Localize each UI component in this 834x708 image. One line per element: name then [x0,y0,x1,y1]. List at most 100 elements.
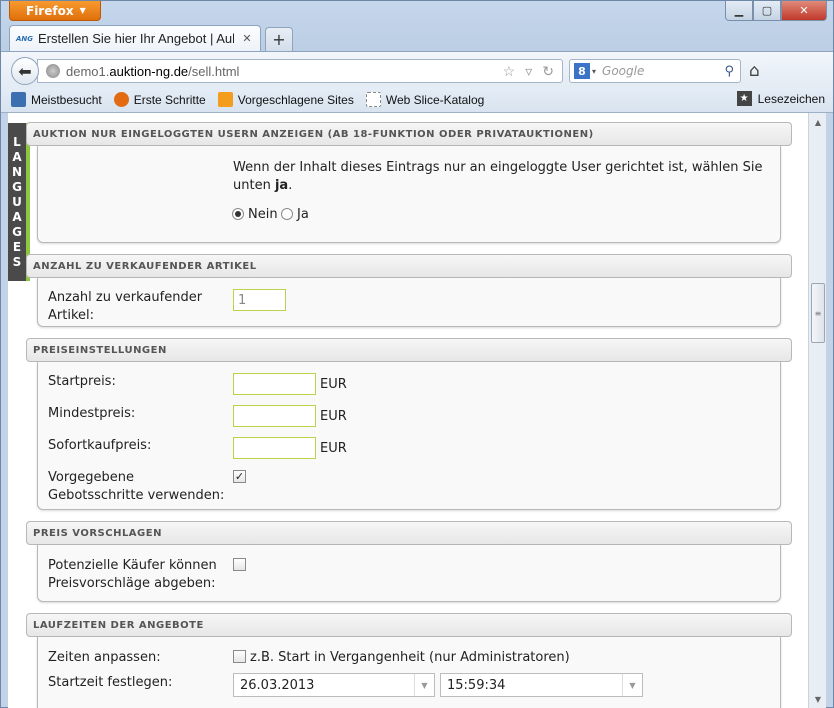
description-line-2: unten ja. [233,177,773,195]
history-dropdown-icon[interactable]: ▿ [525,63,532,80]
home-button[interactable]: ⌂ [749,61,760,81]
firefox-menu-button[interactable]: Firefox ▼ [9,1,101,21]
adjust-times-option: z.B. Start in Vergangenheit (nur Adminis… [250,650,570,665]
adjust-times-checkbox[interactable] [233,650,246,663]
search-engine-dropdown-icon[interactable]: ▾ [592,67,596,76]
start-time-value: 15:59:34 [447,677,506,693]
back-button[interactable]: ⬅ [11,57,39,85]
sidebar-letter: G [12,180,22,194]
description-prefix: unten [233,178,275,193]
bookmark-erste-schritte[interactable]: Erste Schritte [113,92,206,107]
navigation-toolbar: demo1. auktion-ng.de/sell.html ☆ ▿ ↻ ⬅ 8 … [1,51,833,87]
section-header-durations: LAUFZEITEN DER ANGEBOTE [26,613,792,637]
close-tab-icon[interactable]: ✕ [240,32,254,46]
minimize-icon: ▁ [734,4,744,17]
section-header-quantity: ANZAHL ZU VERKAUFENDER ARTIKEL [26,254,792,278]
quantity-label-line2: Artikel: [48,308,95,323]
price-offers-checkbox[interactable] [233,558,246,571]
google-engine-icon[interactable]: 8 [574,63,590,79]
section-header-offers: PREIS VORSCHLAGEN [26,521,792,545]
quantity-label: Anzahl zu verkaufender Artikel: [48,289,202,325]
url-host: auktion-ng.de [109,63,189,79]
scroll-up-icon[interactable]: ▲ [811,115,825,129]
scroll-down-icon[interactable]: ▼ [811,692,825,706]
bookmarks-menu-button[interactable]: ★ Lesezeichen [736,91,825,106]
chevron-down-icon: ▼ [414,674,434,696]
close-icon: ✕ [799,4,809,17]
buynow-price-input[interactable] [233,437,316,459]
sidebar-letter: S [12,255,22,269]
quantity-label-line1: Anzahl zu verkaufender [48,290,203,305]
window-controls: ▁ ▢ ✕ [725,1,827,21]
start-date-select[interactable]: 26.03.2013 ▼ [233,673,435,697]
description-suffix: . [288,178,293,193]
bookmarks-star-icon: ★ [736,91,752,106]
close-window-button[interactable]: ✕ [781,1,827,21]
sidebar-letter: A [12,150,22,164]
radio-nein-label: Nein [248,207,278,222]
bookmark-page-icon [11,92,26,107]
tab-title: Erstellen Sie hier Ihr Angebot | Auktion… [38,31,234,46]
vertical-scrollbar[interactable]: ▲ ≡ ▼ [808,113,826,708]
back-arrow-icon: ⬅ [18,61,32,81]
start-time-select[interactable]: 15:59:34 ▼ [440,673,643,697]
url-bar[interactable]: demo1. auktion-ng.de/sell.html ☆ ▿ ↻ [37,59,563,83]
search-placeholder: Google [602,64,645,78]
bookmark-star-icon[interactable]: ☆ [503,63,516,80]
radio-nein[interactable] [232,208,244,220]
bookmarks-menu-label: Lesezeichen [757,91,825,106]
bookmark-label: Vorgeschlagene Sites [237,92,354,107]
quantity-input[interactable]: 1 [233,289,286,311]
sidebar-letter: N [11,165,23,179]
price-offers-label: Potenzielle Käufer können Preisvorschläge… [48,557,217,593]
min-price-label: Mindestpreis: [48,406,136,421]
bookmark-label: Meistbesucht [31,92,102,107]
reload-icon[interactable]: ↻ [542,63,554,80]
bookmark-web-slice-katalog[interactable]: Web Slice-Katalog [365,92,484,107]
buynow-price-label: Sofortkaufpreis: [48,438,152,453]
bookmark-meistbesucht[interactable]: Meistbesucht [11,92,102,107]
scrollbar-thumb[interactable]: ≡ [811,283,825,343]
sidebar-letter: U [12,195,22,209]
web-slice-icon [365,92,381,107]
firefox-icon [113,92,129,107]
tab-strip: ANG Erstellen Sie hier Ihr Angebot | Auk… [9,23,825,51]
description-bold: ja [274,178,289,193]
sidebar-letter: A [12,210,22,224]
globe-icon [46,64,60,78]
min-price-input[interactable] [233,405,316,427]
bid-increments-label: Vorgegebene Gebotsschritte verwenden: [48,469,224,505]
suggested-sites-icon [217,92,233,107]
bookmark-label: Erste Schritte [133,92,206,107]
price-offers-label-line2: Preisvorschläge abgeben: [48,576,216,591]
tab-sell-page[interactable]: ANG Erstellen Sie hier Ihr Angebot | Auk… [9,25,261,51]
start-price-currency: EUR [320,377,347,392]
chevron-down-icon: ▼ [622,674,642,696]
page-content: L A N G U A G E S AUKTION NUR EINGELOGGT… [8,113,808,708]
bid-increments-checkbox[interactable]: ✓ [233,470,246,483]
start-price-label: Startpreis: [48,374,116,389]
start-time-label: Startzeit festlegen: [48,675,173,690]
adjust-times-label: Zeiten anpassen: [48,650,161,665]
new-tab-button[interactable]: + [265,27,293,51]
radio-ja[interactable] [281,208,293,220]
firefox-menu-label: Firefox [26,3,74,18]
search-icon[interactable]: ⚲ [724,64,734,79]
start-price-input[interactable] [233,373,316,395]
bookmark-vorgeschlagene-sites[interactable]: Vorgeschlagene Sites [217,92,354,107]
sidebar-letter: G [12,225,22,239]
url-prefix: demo1. [66,63,110,79]
radio-ja-label: Ja [297,207,309,222]
sidebar-letter: E [12,240,22,254]
dropdown-arrow-icon: ▼ [79,6,86,15]
bookmarks-toolbar: Meistbesucht Erste Schritte Vorgeschlage… [1,87,833,113]
maximize-button[interactable]: ▢ [753,1,781,21]
search-box[interactable]: 8 ▾ Google ⚲ [569,59,741,83]
sidebar-letter: L [13,135,21,149]
start-date-value: 26.03.2013 [240,677,315,693]
price-offers-label-line1: Potenzielle Käufer können [48,558,217,573]
section-header-login-only: AUKTION NUR EINGELOGGTEN USERN ANZEIGEN … [26,122,792,146]
min-price-currency: EUR [320,409,347,424]
buynow-price-currency: EUR [320,441,347,456]
minimize-button[interactable]: ▁ [725,1,753,21]
